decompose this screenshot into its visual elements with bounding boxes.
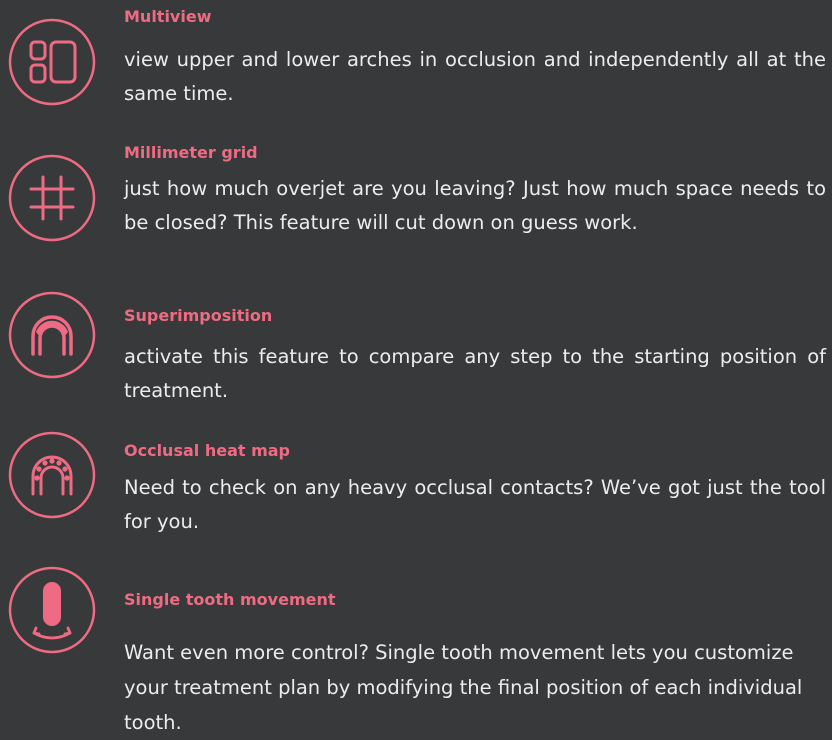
feature-description: just how much overjet are you leaving? J… <box>124 177 826 234</box>
feature-title: Single tooth movement <box>124 590 336 609</box>
heat-map-icon <box>7 430 97 520</box>
feature-title: Occlusal heat map <box>124 441 290 460</box>
feature-title: Multiview <box>124 7 212 26</box>
feature-description: Want even more control? Single tooth mov… <box>124 641 803 734</box>
tooth-movement-icon <box>7 565 97 655</box>
grid-icon <box>7 153 97 243</box>
feature-description: view upper and lower arches in occlusion… <box>124 48 826 105</box>
feature-description: Need to check on any heavy occlusal cont… <box>124 476 826 533</box>
superimposition-icon <box>7 290 97 380</box>
feature-title: Superimposition <box>124 306 273 325</box>
feature-title: Millimeter grid <box>124 143 258 162</box>
feature-description: activate this feature to compare any ste… <box>124 345 826 402</box>
multiview-icon <box>7 17 97 107</box>
